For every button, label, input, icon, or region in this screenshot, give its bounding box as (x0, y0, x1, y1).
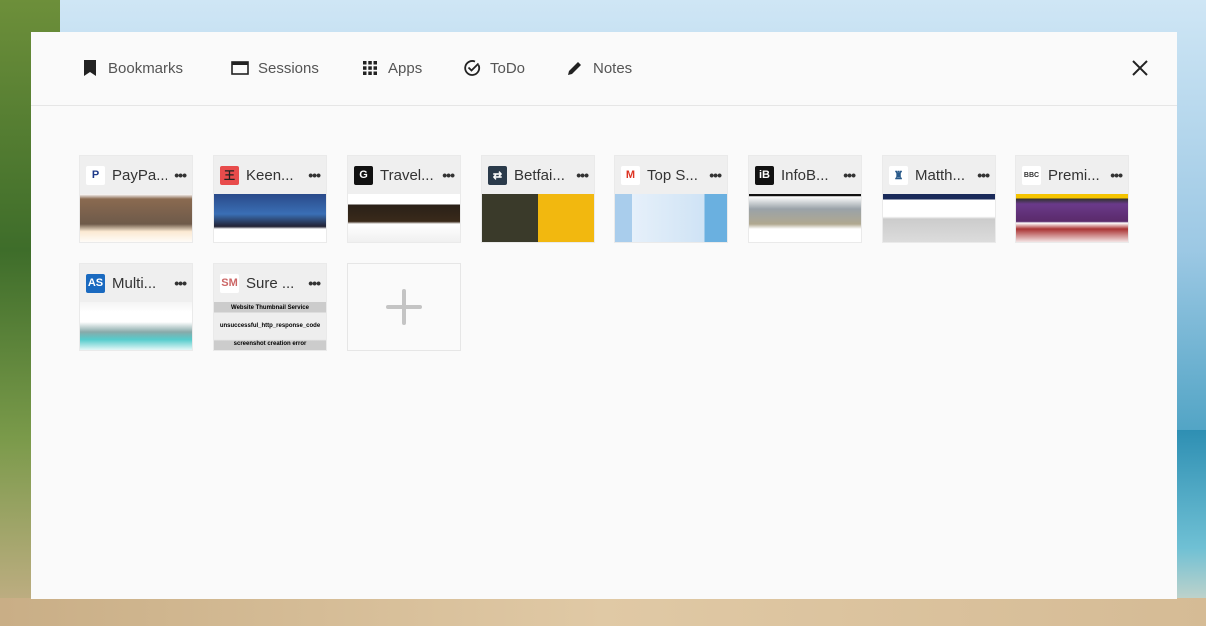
tab-label: Sessions (258, 59, 319, 77)
page-thumbnail (615, 194, 727, 242)
bookmark-tile[interactable]: SM Sure ... ••• Website Thumbnail Servic… (213, 263, 327, 351)
favicon-icon: ♜ (889, 165, 908, 185)
more-options-icon[interactable]: ••• (308, 167, 321, 183)
bookmark-icon (84, 60, 96, 76)
tile-title: Betfai... (514, 166, 565, 184)
tile-title: Matth... (915, 166, 966, 184)
tile-title: Premi... (1048, 166, 1100, 184)
thumb-text: unsuccessful_http_response_code (219, 323, 321, 329)
add-bookmark-button[interactable] (347, 263, 461, 351)
favicon-icon: BBC (1022, 165, 1041, 185)
tile-title: Sure ... (246, 274, 295, 292)
thumb-text: Website Thumbnail Service (231, 305, 309, 311)
page-thumbnail (883, 194, 995, 242)
tab-notes[interactable]: Notes (566, 59, 632, 77)
favicon-icon: P (86, 165, 105, 185)
page-thumbnail (214, 194, 326, 242)
tab-label: Bookmarks (108, 59, 184, 77)
bookmark-tile[interactable]: iB InfoB... ••• (748, 155, 862, 243)
favicon-icon: SM (220, 273, 239, 293)
more-options-icon[interactable]: ••• (308, 275, 321, 291)
grid-icon (363, 61, 377, 75)
page-thumbnail (348, 194, 460, 242)
tab-sessions[interactable]: Sessions (231, 59, 319, 77)
more-options-icon[interactable]: ••• (977, 167, 990, 183)
bookmark-tile[interactable]: G Travel... ••• (347, 155, 461, 243)
favicon-icon: 王 (220, 165, 239, 185)
favicon-icon: M (621, 165, 640, 185)
window-icon (231, 61, 249, 75)
more-options-icon[interactable]: ••• (442, 167, 455, 183)
favicon-icon: ⇄ (488, 165, 507, 185)
page-thumbnail (80, 302, 192, 350)
tile-title: Keen... (246, 166, 294, 184)
tile-header: ♜ Matth... ••• (883, 156, 995, 194)
bookmark-tile[interactable]: ⇄ Betfai... ••• (481, 155, 595, 243)
tab-label: ToDo (490, 59, 526, 77)
thumb-text: screenshot creation error (233, 341, 307, 347)
bookmarks-panel: Bookmarks Sessions Apps ToDo Notes P Pay… (31, 32, 1177, 599)
page-thumbnail: Website Thumbnail Service unsuccessful_ht… (214, 302, 326, 350)
more-options-icon[interactable]: ••• (1110, 167, 1123, 183)
tile-title: Travel... (380, 166, 434, 184)
tab-label: Apps (388, 59, 423, 77)
tile-header: M Top S... ••• (615, 156, 727, 194)
favicon-icon: AS (86, 273, 105, 293)
tile-header: P PayPa... ••• (80, 156, 192, 194)
tab-label: Notes (593, 59, 633, 77)
tile-title: PayPa... (112, 166, 168, 184)
page-thumbnail (749, 194, 861, 242)
panel-header: Bookmarks Sessions Apps ToDo Notes (31, 32, 1177, 106)
background-sand (0, 598, 1206, 626)
tile-title: InfoB... (781, 166, 829, 184)
tab-apps[interactable]: Apps (361, 59, 422, 77)
more-options-icon[interactable]: ••• (174, 275, 187, 291)
check-circle-icon (464, 60, 481, 76)
bookmark-tile[interactable]: BBC Premi... ••• (1015, 155, 1129, 243)
bookmark-tile[interactable]: AS Multi... ••• (79, 263, 193, 351)
page-thumbnail (482, 194, 594, 242)
page-thumbnail (1016, 194, 1128, 242)
tile-header: 王 Keen... ••• (214, 156, 326, 194)
tile-header: ⇄ Betfai... ••• (482, 156, 594, 194)
bookmark-tile[interactable]: M Top S... ••• (614, 155, 728, 243)
bookmark-tile[interactable]: ♜ Matth... ••• (882, 155, 996, 243)
tile-header: SM Sure ... ••• (214, 264, 326, 302)
tile-header: BBC Premi... ••• (1016, 156, 1128, 194)
pencil-icon (568, 62, 581, 75)
page-thumbnail (80, 194, 192, 242)
tile-title: Multi... (112, 274, 157, 292)
more-options-icon[interactable]: ••• (576, 167, 589, 183)
tile-header: AS Multi... ••• (80, 264, 192, 302)
tile-header: iB InfoB... ••• (749, 156, 861, 194)
more-options-icon[interactable]: ••• (843, 167, 856, 183)
close-icon[interactable] (1131, 59, 1149, 77)
more-options-icon[interactable]: ••• (709, 167, 722, 183)
bookmark-tile[interactable]: 王 Keen... ••• (213, 155, 327, 243)
more-options-icon[interactable]: ••• (174, 167, 187, 183)
tab-todo[interactable]: ToDo (463, 59, 525, 77)
favicon-icon: G (354, 165, 373, 185)
favicon-icon: iB (755, 165, 774, 185)
tile-header: G Travel... ••• (348, 156, 460, 194)
tile-title: Top S... (647, 166, 698, 184)
plus-icon (386, 289, 422, 325)
bookmark-tile[interactable]: P PayPa... ••• (79, 155, 193, 243)
tab-bookmarks[interactable]: Bookmarks (81, 59, 183, 77)
